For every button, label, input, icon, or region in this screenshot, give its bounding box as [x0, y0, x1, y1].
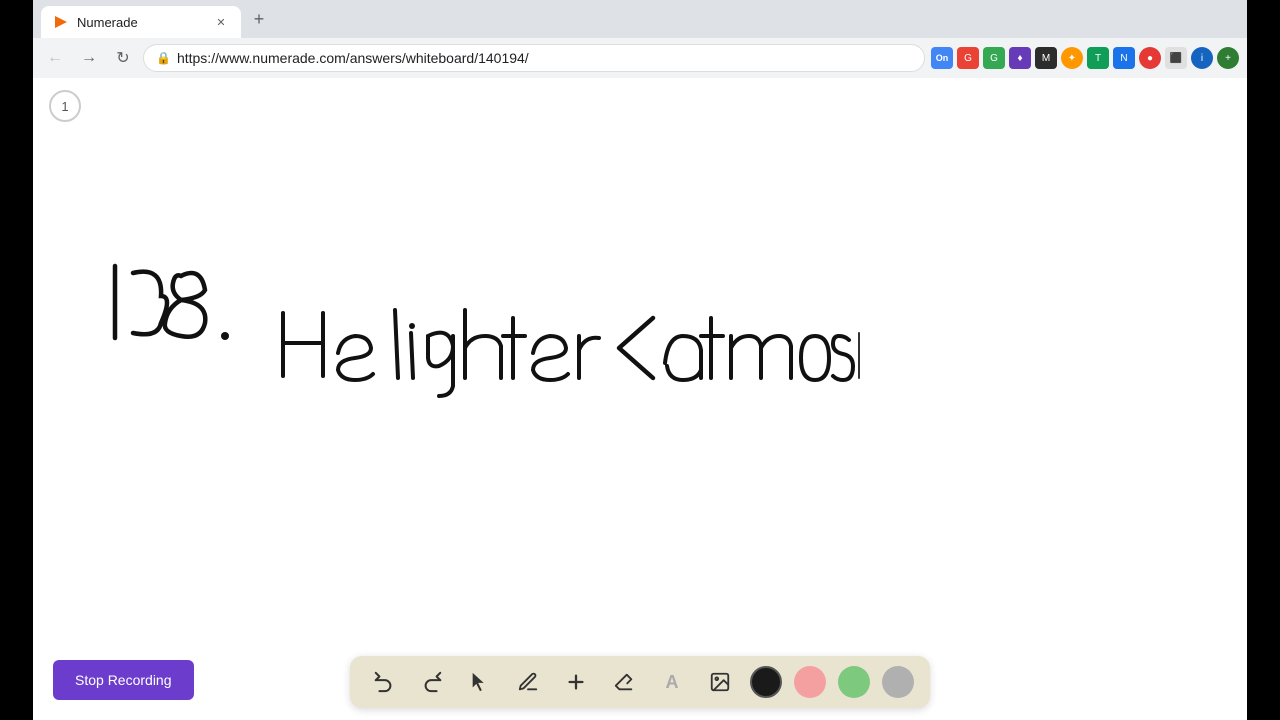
ext-icon-2[interactable]: G: [957, 47, 979, 69]
color-black[interactable]: [750, 666, 782, 698]
ext-icon-1[interactable]: On: [931, 47, 953, 69]
ext-icon-3[interactable]: G: [983, 47, 1005, 69]
active-tab[interactable]: Numerade ✕: [41, 6, 241, 38]
pen-tool-button[interactable]: [510, 664, 546, 700]
color-green[interactable]: [838, 666, 870, 698]
content-area: 1: [33, 78, 1247, 720]
ext-icon-10[interactable]: ⬛: [1165, 47, 1187, 69]
image-tool-button[interactable]: [702, 664, 738, 700]
add-tool-button[interactable]: [558, 664, 594, 700]
nav-bar: ← → ↻ 🔒 https://www.numerade.com/answers…: [33, 38, 1247, 78]
handwriting-canvas: [33, 78, 1247, 720]
ext-icon-8[interactable]: N: [1113, 47, 1135, 69]
back-button[interactable]: ←: [41, 44, 69, 72]
whiteboard[interactable]: 1: [33, 78, 1247, 720]
ext-icon-4[interactable]: ♦: [1009, 47, 1031, 69]
select-tool-button[interactable]: [462, 664, 498, 700]
new-tab-button[interactable]: +: [245, 5, 273, 33]
stop-recording-button[interactable]: Stop Recording: [53, 660, 194, 700]
extension-icons: On G G ♦ M ✦ T N ● ⬛ i +: [931, 47, 1239, 69]
ext-icon-6[interactable]: ✦: [1061, 47, 1083, 69]
ext-icon-11[interactable]: i: [1191, 47, 1213, 69]
tab-bar: Numerade ✕ +: [33, 0, 1247, 38]
forward-button[interactable]: →: [75, 44, 103, 72]
tab-title: Numerade: [77, 15, 205, 30]
color-gray[interactable]: [882, 666, 914, 698]
ext-icon-9[interactable]: ●: [1139, 47, 1161, 69]
ext-icon-5[interactable]: M: [1035, 47, 1057, 69]
ext-icon-7[interactable]: T: [1087, 47, 1109, 69]
tab-close-button[interactable]: ✕: [213, 14, 229, 30]
ext-icon-12[interactable]: +: [1217, 47, 1239, 69]
refresh-button[interactable]: ↻: [109, 44, 137, 72]
address-bar[interactable]: 🔒 https://www.numerade.com/answers/white…: [143, 44, 925, 72]
text-tool-button[interactable]: A: [654, 664, 690, 700]
tab-favicon: [53, 14, 69, 30]
color-pink[interactable]: [794, 666, 826, 698]
redo-button[interactable]: [414, 664, 450, 700]
url-text: https://www.numerade.com/answers/whitebo…: [177, 50, 912, 66]
undo-button[interactable]: [366, 664, 402, 700]
toolbar: A: [350, 656, 930, 708]
eraser-tool-button[interactable]: [606, 664, 642, 700]
lock-icon: 🔒: [156, 51, 171, 65]
